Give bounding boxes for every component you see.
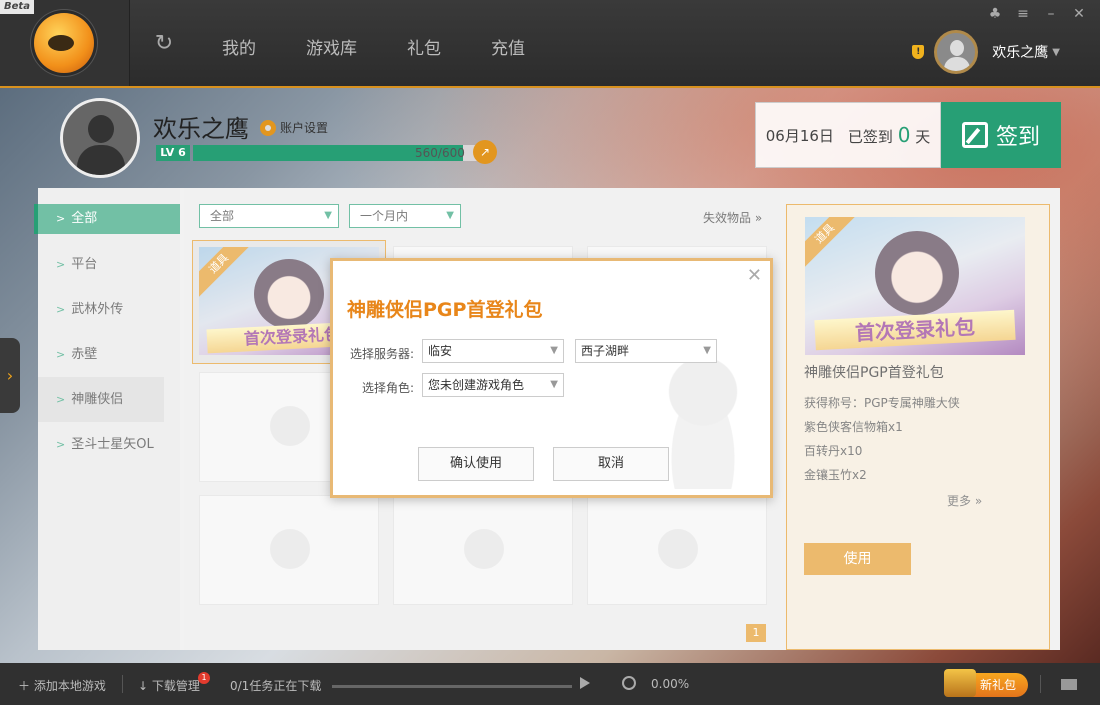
level-up-icon[interactable]: ↗ bbox=[473, 140, 497, 164]
chevron-down-icon: ▼ bbox=[550, 379, 558, 390]
role-label: 选择角色: bbox=[362, 381, 415, 395]
play-icon[interactable] bbox=[580, 677, 590, 689]
signin-days: 0 bbox=[897, 123, 911, 147]
profile-avatar[interactable] bbox=[60, 98, 140, 178]
account-settings-label: 账户设置 bbox=[280, 121, 329, 135]
signin-panel: 06月16日 已签到 0 天 签到 bbox=[755, 102, 1061, 168]
confirm-button[interactable]: 确认使用 bbox=[418, 447, 534, 481]
menu-icon[interactable]: ≡ bbox=[1016, 6, 1030, 22]
signin-button-label: 签到 bbox=[995, 125, 1040, 150]
download-manager-button[interactable]: ↓ 下载管理 bbox=[138, 677, 200, 694]
add-local-game-button[interactable]: ＋ 添加本地游戏 bbox=[18, 677, 106, 694]
app-logo[interactable] bbox=[34, 13, 94, 73]
chevron-down-icon: ▼ bbox=[550, 345, 558, 356]
signin-button[interactable]: 签到 bbox=[941, 102, 1061, 168]
treasure-chest-icon[interactable] bbox=[944, 669, 976, 697]
top-bar: Beta ↻ 我的 游戏库 礼包 充值 ♣ ≡ – ✕ ! 欢乐之鹰 ▼ bbox=[0, 0, 1100, 88]
role-select[interactable]: 您未创建游戏角色 ▼ bbox=[422, 373, 564, 397]
xp-text: 560/600 bbox=[415, 146, 465, 160]
mail-icon[interactable] bbox=[1061, 679, 1077, 690]
server-label: 选择服务器: bbox=[350, 347, 415, 361]
chevron-down-icon[interactable]: ▼ bbox=[1052, 47, 1060, 58]
signin-date: 06月16日 bbox=[765, 126, 834, 145]
bottom-bar: ＋ 添加本地游戏 ↓ 下载管理 1 0/1任务正在下载 0.00% 新礼包 bbox=[0, 663, 1100, 705]
cancel-button[interactable]: 取消 bbox=[553, 447, 669, 481]
beta-label: Beta bbox=[0, 0, 34, 14]
profile-name: 欢乐之鹰 bbox=[153, 115, 249, 143]
zone-select[interactable]: 西子湖畔 ▼ bbox=[575, 339, 717, 363]
plus-icon: ＋ bbox=[18, 679, 31, 693]
signin-info: 06月16日 已签到 0 天 bbox=[755, 102, 941, 168]
download-percent: 0.00% bbox=[651, 677, 690, 691]
main-nav: 我的 游戏库 礼包 充值 bbox=[222, 34, 575, 59]
skin-icon[interactable]: ♣ bbox=[988, 6, 1002, 22]
dialog-title: 神雕侠侣PGP首登礼包 bbox=[347, 299, 543, 321]
user-name[interactable]: 欢乐之鹰 bbox=[992, 42, 1048, 62]
logo-area: Beta bbox=[0, 0, 130, 86]
avatar[interactable] bbox=[934, 30, 979, 74]
server-select[interactable]: 临安 ▼ bbox=[422, 339, 564, 363]
nav-gifts[interactable]: 礼包 bbox=[407, 34, 441, 59]
user-menu[interactable]: ! 欢乐之鹰 ▼ bbox=[912, 30, 1060, 74]
account-settings-link[interactable]: 账户设置 bbox=[260, 119, 328, 136]
download-icon: ↓ bbox=[138, 679, 149, 693]
use-gift-dialog: ✕ 神雕侠侣PGP首登礼包 选择服务器: 临安 ▼ 西子湖畔 ▼ 选择角色: 您未创… bbox=[330, 258, 773, 498]
nav-recharge[interactable]: 充值 bbox=[491, 34, 525, 59]
nav-game-library[interactable]: 游戏库 bbox=[306, 34, 357, 59]
minimize-icon[interactable]: – bbox=[1044, 6, 1058, 22]
chevron-down-icon: ▼ bbox=[703, 345, 711, 356]
signin-status: 已签到 0 天 bbox=[847, 123, 931, 147]
divider bbox=[1040, 675, 1041, 693]
edit-icon bbox=[961, 122, 988, 148]
nav-my[interactable]: 我的 bbox=[222, 34, 256, 59]
gear-icon bbox=[260, 119, 276, 136]
close-icon[interactable]: ✕ bbox=[747, 265, 762, 286]
shield-icon[interactable]: ! bbox=[912, 45, 925, 59]
clock-icon bbox=[622, 676, 636, 690]
divider bbox=[122, 675, 123, 693]
expand-arrow-icon[interactable]: › bbox=[0, 338, 20, 413]
download-progress-bar bbox=[332, 685, 572, 688]
refresh-icon[interactable]: ↻ bbox=[152, 32, 176, 56]
download-task-status: 0/1任务正在下载 bbox=[230, 679, 322, 693]
level-badge: LV 6 bbox=[156, 145, 190, 161]
close-icon[interactable]: ✕ bbox=[1072, 6, 1086, 22]
window-controls: ♣ ≡ – ✕ bbox=[988, 6, 1086, 22]
download-count-badge: 1 bbox=[198, 672, 210, 684]
